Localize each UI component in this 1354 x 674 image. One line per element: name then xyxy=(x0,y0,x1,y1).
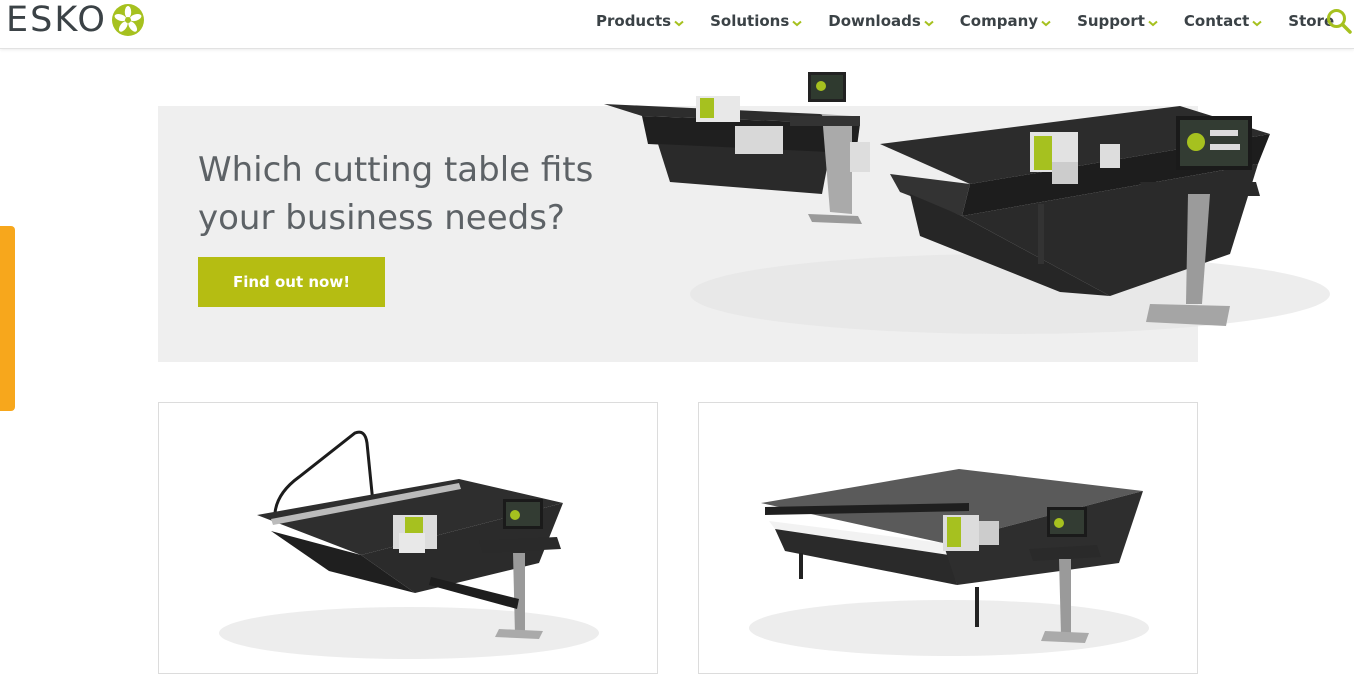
chevron-down-icon xyxy=(1148,20,1158,26)
main-nav: Products Solutions Downloads Company Sup… xyxy=(596,0,1354,42)
nav-item-solutions[interactable]: Solutions xyxy=(710,12,802,30)
nav-item-downloads[interactable]: Downloads xyxy=(828,12,934,30)
chevron-down-icon xyxy=(1252,20,1262,26)
find-out-now-button[interactable]: Find out now! xyxy=(198,257,385,307)
large-cutting-table-image xyxy=(749,469,1149,656)
chevron-down-icon xyxy=(1041,20,1051,26)
top-navigation-bar: ESKO Products Solutions Downloads Compan… xyxy=(0,0,1354,49)
nav-item-label: Support xyxy=(1077,12,1145,30)
hero-cutting-tables-image xyxy=(604,72,1330,334)
search-icon[interactable] xyxy=(1326,8,1352,39)
nav-item-company[interactable]: Company xyxy=(960,12,1051,30)
nav-item-support[interactable]: Support xyxy=(1077,12,1158,30)
product-card[interactable] xyxy=(698,402,1198,674)
hero-heading: Which cutting table fits your business n… xyxy=(198,150,594,238)
chevron-down-icon xyxy=(924,20,934,26)
nav-item-label: Company xyxy=(959,12,1039,30)
nav-item-label: Products xyxy=(596,12,672,30)
feedback-side-tab[interactable] xyxy=(0,226,15,411)
logo-wordmark: ESKO xyxy=(6,0,107,40)
nav-item-contact[interactable]: Contact xyxy=(1184,12,1262,30)
product-card[interactable] xyxy=(158,402,658,674)
nav-item-label: Downloads xyxy=(828,12,921,30)
chevron-down-icon xyxy=(792,20,802,26)
nav-item-label: Contact xyxy=(1183,12,1250,30)
esko-logo[interactable]: ESKO xyxy=(6,2,145,38)
nav-item-products[interactable]: Products xyxy=(596,12,684,30)
logo-star-icon xyxy=(111,4,144,36)
nav-item-label: Solutions xyxy=(710,12,790,30)
cutting-table-image xyxy=(219,430,599,659)
chevron-down-icon xyxy=(674,20,684,26)
